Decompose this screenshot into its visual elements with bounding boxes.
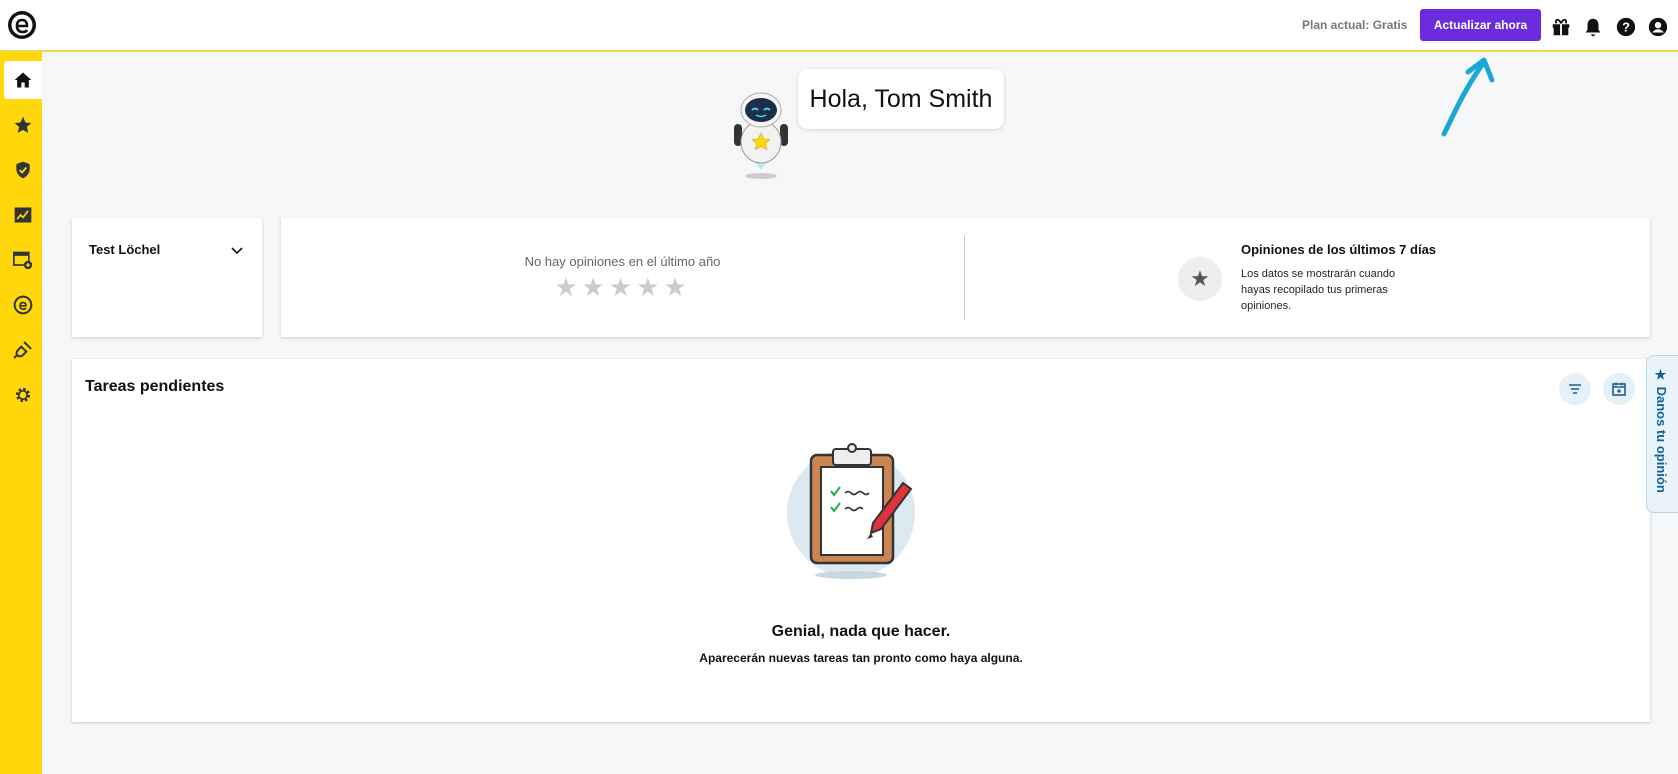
chevron-down-icon[interactable] [230,244,244,258]
last-7-days-description: Los datos se mostrarán cuando hayas reco… [1241,268,1396,312]
annotation-arrow-icon [1441,57,1495,137]
feedback-tab[interactable]: ★ Danos tu opinión [1646,355,1678,513]
sidebar-item-settings[interactable] [4,376,42,414]
filter-button[interactable] [1559,373,1591,405]
top-bar: Plan actual: Gratis Actualizar ahora ? [0,0,1678,52]
robot-mascot-icon [734,92,788,179]
gear-icon [15,387,31,403]
sidebar-item-integrations[interactable] [4,331,42,369]
account-icon[interactable] [1647,16,1669,38]
reviews-summary-card: No hay opiniones en el último año ★★★★★ … [281,218,1650,337]
tasks-title: Tareas pendientes [85,378,225,395]
svg-text:?: ? [1622,20,1630,35]
calendar-button[interactable] [1603,373,1635,405]
plug-icon [13,341,32,359]
last-7-days-title: Opiniones de los últimos 7 días [1241,242,1437,257]
chart-icon [14,207,32,223]
bell-icon[interactable] [1582,16,1604,38]
sidebar-item-widgets[interactable] [4,241,42,279]
no-reviews-label: No hay opiniones en el último año [524,254,721,269]
empty-state-title: Genial, nada que hacer. [771,623,951,640]
sidebar-item-trustedshops[interactable] [4,286,42,324]
sidebar-item-home[interactable] [4,61,42,99]
filter-icon [1569,384,1581,394]
empty-state-subtitle: Aparecerán nuevas tareas tan pronto como… [699,651,1023,665]
clipboard-illustration-icon [787,443,915,579]
star-badge-icon: ★ [1178,257,1222,301]
browser-add-icon [13,251,33,270]
divider [964,235,965,320]
upgrade-button[interactable]: Actualizar ahora [1420,9,1541,41]
rating-stars: ★★★★★ [554,272,691,302]
sidebar [0,52,42,774]
help-icon[interactable]: ? [1615,16,1637,38]
current-plan-label: Plan actual: Gratis [1302,18,1408,32]
trustedshops-logo[interactable] [7,10,37,40]
sidebar-item-analytics[interactable] [4,196,42,234]
gift-icon[interactable] [1550,16,1572,38]
star-icon [14,116,32,133]
trustedshops-e-icon [13,295,33,315]
pending-tasks-card: Tareas pendientes Genial, nada que hacer… [72,359,1650,722]
location-selector[interactable]: Test Löchel [72,218,262,337]
sidebar-item-trust[interactable] [4,151,42,189]
greeting-bubble: Hola, Tom Smith [798,69,1004,129]
feedback-label: ★ Danos tu opinión [1654,368,1669,493]
shield-check-icon [16,161,30,179]
sidebar-item-reviews[interactable] [4,106,42,144]
home-icon [14,72,32,88]
location-name: Test Löchel [89,242,161,257]
calendar-icon [1612,382,1626,396]
